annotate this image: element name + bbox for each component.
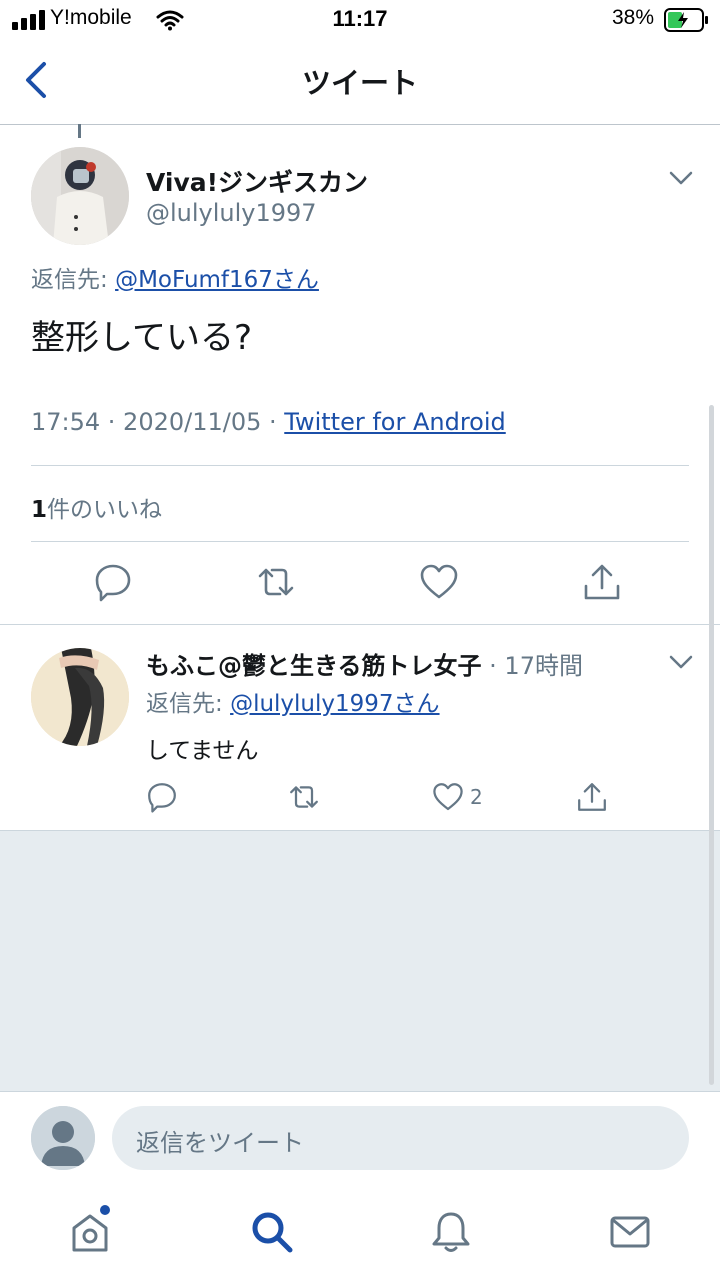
search-icon[interactable] xyxy=(250,1210,294,1254)
avatar[interactable] xyxy=(31,147,129,245)
reply-context: 返信先: @MoFumf167さん xyxy=(31,260,319,294)
like-count: 2 xyxy=(470,785,483,809)
reply-icon[interactable] xyxy=(146,781,178,813)
likes-summary[interactable]: 1件のいいね xyxy=(31,490,162,524)
notification-dot xyxy=(100,1205,110,1215)
reply-author[interactable]: もふこ@鬱と生きる筋トレ女子 · 17時間 xyxy=(146,646,583,681)
compose-placeholder: 返信をツイート xyxy=(136,1129,304,1157)
retweet-icon[interactable] xyxy=(256,562,296,602)
profile-photo xyxy=(31,147,129,245)
reply-mention-link[interactable]: @MoFumf167さん xyxy=(115,267,319,293)
tweet-text: してません xyxy=(146,738,259,764)
tweet-meta: 17:54 · 2020/11/05 · Twitter for Android xyxy=(31,408,506,436)
reply-prefix: 返信先: xyxy=(31,267,116,293)
mail-icon[interactable] xyxy=(608,1210,652,1254)
chevron-down-icon[interactable] xyxy=(668,168,694,188)
default-avatar-icon xyxy=(31,1106,95,1170)
nav-header: ツイート xyxy=(0,40,720,125)
divider xyxy=(31,541,689,542)
user-handle[interactable]: @lulyluly1997 xyxy=(146,199,317,227)
likes-label: 件のいいね xyxy=(47,497,163,523)
reply-context: 返信先: @lulyluly1997さん xyxy=(146,684,440,718)
avatar[interactable] xyxy=(31,648,129,746)
like-icon[interactable] xyxy=(432,781,464,813)
status-bar: Y!mobile 11:17 38% xyxy=(0,0,720,40)
page-title: ツイート xyxy=(301,66,418,100)
tweet-text: 整形している? xyxy=(31,318,253,358)
empty-area xyxy=(0,830,720,1092)
reply-mention-link[interactable]: @lulyluly1997さん xyxy=(230,691,439,717)
profile-photo xyxy=(31,648,129,746)
divider xyxy=(31,465,689,466)
like-icon[interactable] xyxy=(419,562,459,602)
likes-count: 1 xyxy=(31,497,48,523)
display-name[interactable]: Viva!ジンギスカン xyxy=(146,163,368,199)
scrollbar[interactable] xyxy=(709,405,714,1085)
home-icon[interactable] xyxy=(68,1210,112,1254)
tweet-timestamp: 17:54 · 2020/11/05 · xyxy=(31,408,285,436)
source-link[interactable]: Twitter for Android xyxy=(284,408,505,436)
divider xyxy=(0,624,720,625)
share-icon[interactable] xyxy=(576,781,608,813)
battery-percent: 38% xyxy=(612,6,655,29)
reply-compose-input[interactable]: 返信をツイート xyxy=(112,1106,689,1170)
reply-prefix: 返信先: xyxy=(146,691,231,717)
chevron-down-icon[interactable] xyxy=(668,652,694,672)
battery-icon xyxy=(664,8,708,32)
retweet-icon[interactable] xyxy=(288,781,320,813)
reply-timestamp: · 17時間 xyxy=(481,652,583,680)
reply-icon[interactable] xyxy=(93,562,133,602)
bell-icon[interactable] xyxy=(429,1210,473,1254)
my-avatar[interactable] xyxy=(31,1106,95,1170)
thread-line xyxy=(78,124,81,138)
share-icon[interactable] xyxy=(582,562,622,602)
display-name[interactable]: もふこ@鬱と生きる筋トレ女子 xyxy=(146,652,482,680)
